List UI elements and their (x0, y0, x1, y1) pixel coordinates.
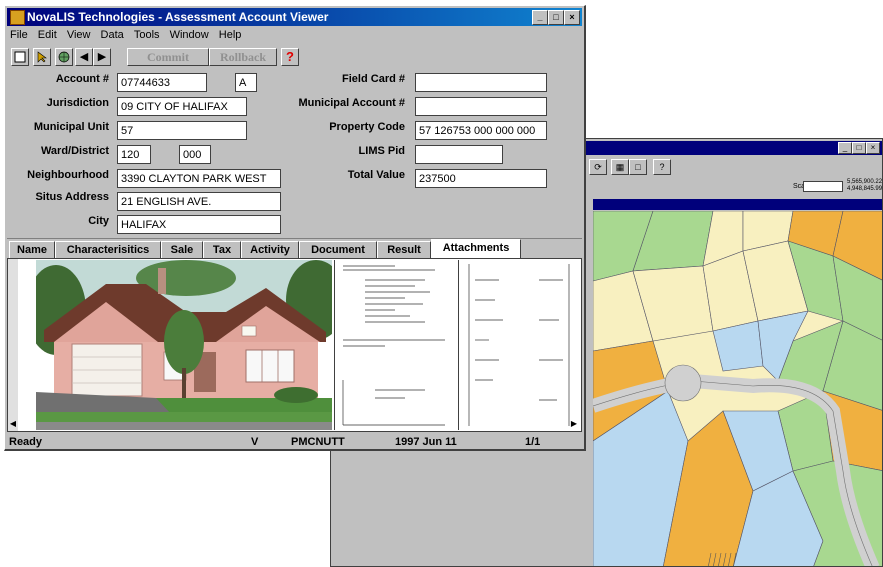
tab-characteristics[interactable]: Characterisitics (55, 241, 161, 259)
commit-button[interactable]: Commit (127, 48, 209, 66)
city-field[interactable]: HALIFAX (117, 215, 281, 234)
document-scan-1-attachment[interactable] (334, 260, 457, 430)
house-photo-attachment[interactable] (36, 260, 332, 430)
gis-scale-input[interactable] (803, 181, 843, 192)
account-form: Account # 07744633 A Jurisdiction 09 CIT… (7, 71, 582, 237)
gis-maximize-button[interactable]: □ (852, 142, 866, 154)
property-code-label: Property Code (329, 121, 405, 133)
forward-arrow-icon[interactable]: ▶ (93, 48, 111, 66)
total-value-field[interactable]: 237500 (415, 169, 547, 188)
tab-strip: Name Characterisitics Sale Tax Activity … (7, 238, 582, 259)
rollback-button[interactable]: Rollback (209, 48, 277, 66)
toolbar: ◀ ▶ Commit Rollback ? (7, 47, 582, 69)
jurisdiction-label: Jurisdiction (46, 97, 109, 109)
gis-coord-y: 4,948,845.99 (847, 186, 883, 192)
maximize-button[interactable]: □ (548, 10, 564, 25)
document-scan-2-attachment[interactable] (458, 260, 579, 430)
tab-activity[interactable]: Activity (241, 241, 299, 259)
neighbourhood-field[interactable]: 3390 CLAYTON PARK WEST (117, 169, 281, 188)
tab-tax[interactable]: Tax (203, 241, 241, 259)
window-title: NovaLIS Technologies - Assessment Accoun… (27, 10, 329, 24)
lims-pid-field[interactable] (415, 145, 503, 164)
municipal-unit-label: Municipal Unit (33, 121, 109, 133)
account-number-label: Account # (55, 73, 109, 85)
ward-field[interactable]: 120 (117, 145, 151, 164)
menu-bar: File Edit View Data Tools Window Help (7, 28, 582, 44)
status-user: PMCNUTT (291, 436, 345, 448)
minimize-button[interactable]: _ (532, 10, 548, 25)
attachments-panel: ◀ ▶ (7, 258, 582, 432)
assessment-account-viewer-window: NovaLIS Technologies - Assessment Accoun… (4, 5, 586, 451)
tab-sale[interactable]: Sale (161, 241, 203, 259)
gis-minimize-button[interactable]: _ (838, 142, 852, 154)
field-card-label: Field Card # (342, 73, 405, 85)
parcel-map[interactable] (593, 211, 882, 566)
municipal-account-label: Municipal Account # (298, 97, 405, 109)
menu-edit[interactable]: Edit (35, 28, 61, 41)
close-button[interactable]: × (564, 10, 580, 25)
gis-grid-icon[interactable]: ▦ (611, 159, 629, 175)
gis-help-icon[interactable]: ? (653, 159, 671, 175)
pointer-icon[interactable] (33, 48, 51, 66)
city-label: City (88, 215, 109, 227)
house-photo (36, 260, 332, 430)
document-scan-2 (459, 260, 579, 430)
tab-document[interactable]: Document (299, 241, 377, 259)
title-bar: NovaLIS Technologies - Assessment Accoun… (7, 8, 582, 26)
menu-help[interactable]: Help (216, 28, 246, 41)
municipal-account-field[interactable] (415, 97, 547, 116)
neighbourhood-label: Neighbourhood (27, 169, 109, 181)
lims-pid-label: LIMS Pid (358, 145, 405, 157)
menu-tools[interactable]: Tools (131, 28, 164, 41)
left-scrollbar[interactable]: ◀ (8, 259, 18, 431)
gis-refresh-icon[interactable]: ⟳ (589, 159, 607, 175)
gis-window-icon[interactable]: □ (629, 159, 647, 175)
gis-map-title-bar (593, 199, 882, 210)
new-icon[interactable] (11, 48, 29, 66)
total-value-label: Total Value (347, 169, 405, 181)
account-suffix-field[interactable]: A (235, 73, 257, 92)
gis-close-button[interactable]: × (866, 142, 880, 154)
globe-icon[interactable] (55, 48, 73, 66)
district-field[interactable]: 000 (179, 145, 211, 164)
document-scan-1 (335, 260, 457, 430)
tab-result[interactable]: Result (377, 241, 431, 259)
menu-view[interactable]: View (64, 28, 95, 41)
tab-attachments[interactable]: Attachments (431, 239, 521, 259)
gis-coordinates: 5,565,900.22 4,948,845.99 (847, 179, 882, 193)
status-bar: Ready V PMCNUTT 1997 Jun 11 1/1 (7, 434, 582, 450)
property-code-field[interactable]: 57 126753 000 000 000 (415, 121, 547, 140)
status-date: 1997 Jun 11 (395, 436, 457, 448)
help-icon[interactable]: ? (281, 48, 299, 66)
menu-window[interactable]: Window (167, 28, 213, 41)
situs-address-field[interactable]: 21 ENGLISH AVE. (117, 192, 281, 211)
status-state: Ready (9, 436, 43, 448)
menu-data[interactable]: Data (98, 28, 128, 41)
scroll-left-arrow-icon[interactable]: ◀ (8, 419, 18, 429)
scroll-right-arrow-icon[interactable]: ▶ (569, 419, 579, 429)
municipal-unit-field[interactable]: 57 (117, 121, 247, 140)
back-arrow-icon[interactable]: ◀ (75, 48, 93, 66)
parcel-map-graphic (593, 211, 882, 566)
menu-file[interactable]: File (7, 28, 32, 41)
gis-coord-x: 5,565,900.22 (847, 179, 883, 185)
ward-district-label: Ward/District (40, 145, 109, 157)
novalis-app-icon (10, 10, 25, 25)
account-number-field[interactable]: 07744633 (117, 73, 207, 92)
status-mode: V (251, 436, 259, 448)
situs-address-label: Situs Address (35, 191, 109, 203)
tab-name[interactable]: Name (9, 241, 55, 259)
field-card-field[interactable] (415, 73, 547, 92)
status-page: 1/1 (525, 436, 541, 448)
jurisdiction-field[interactable]: 09 CITY OF HALIFAX (117, 97, 247, 116)
